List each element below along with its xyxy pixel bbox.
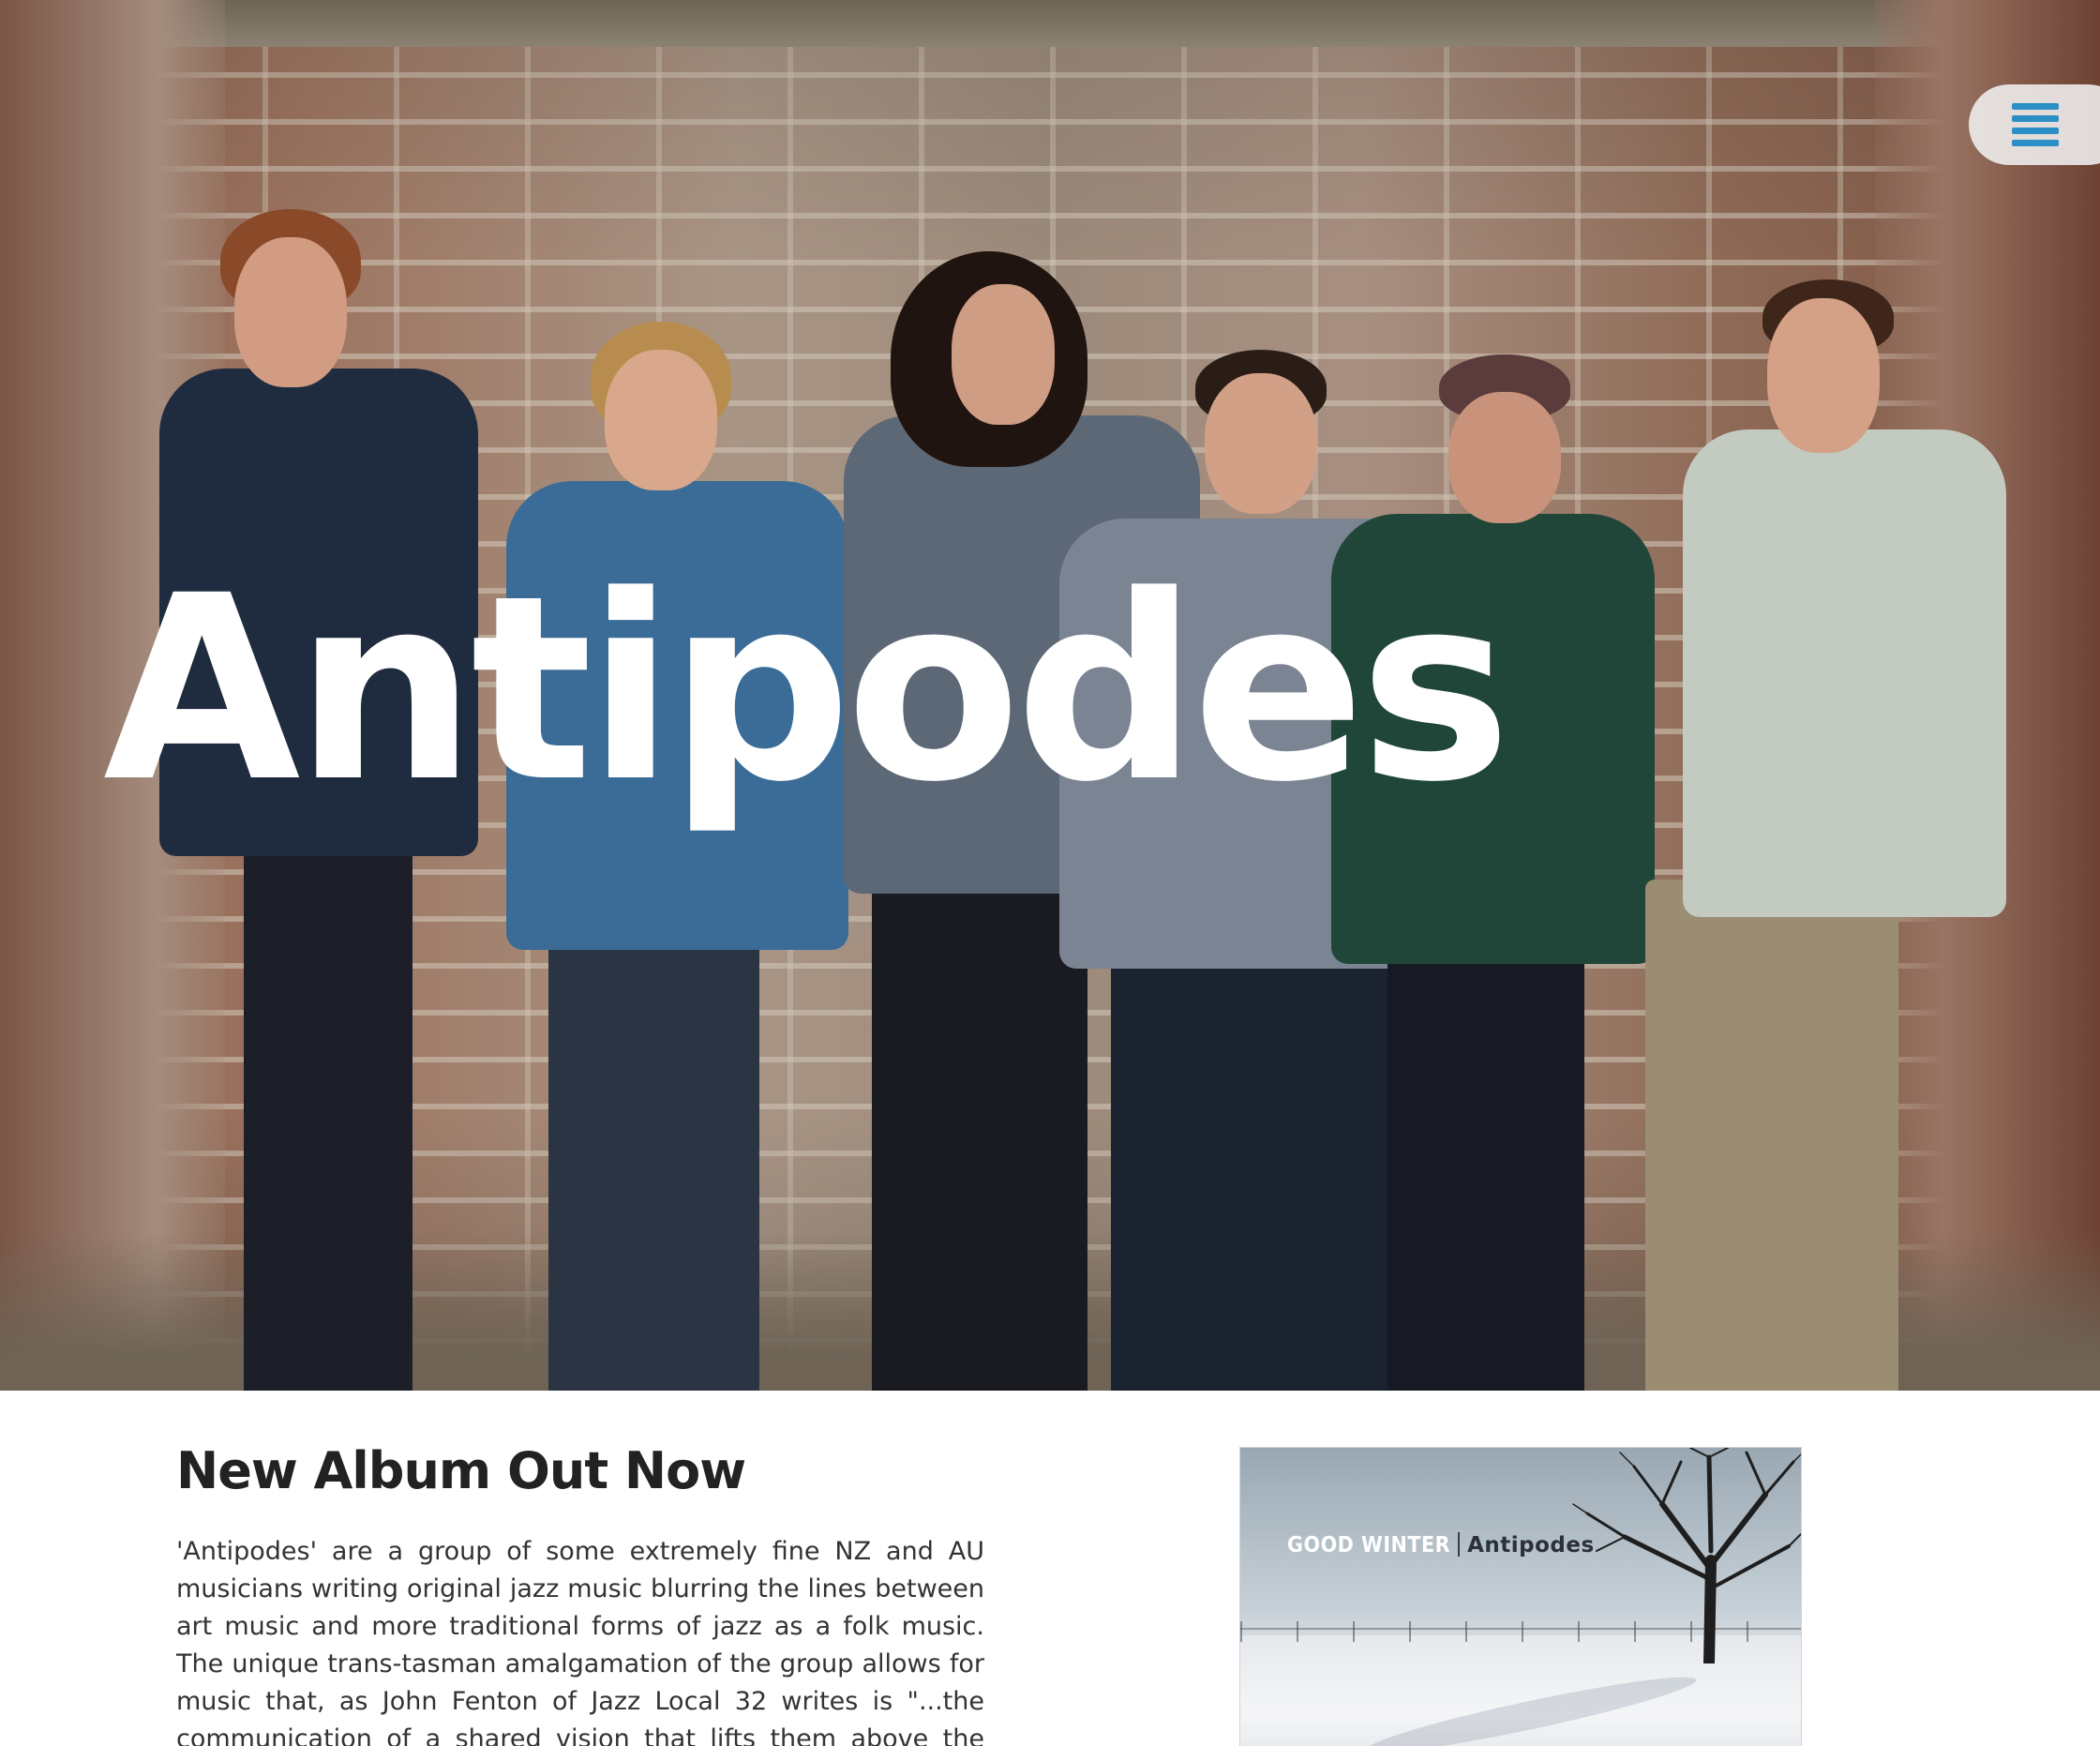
album-cover-tree bbox=[1572, 1448, 1801, 1663]
hero-ceiling bbox=[0, 0, 2100, 47]
section-body-text: 'Antipodes' are a group of some extremel… bbox=[176, 1537, 984, 1746]
album-cover-image[interactable]: GOOD WINTER Antipodes bbox=[1239, 1447, 1802, 1746]
hero-title: Antipodes bbox=[103, 542, 1511, 838]
band-member-2 bbox=[506, 322, 853, 1391]
band-member-6 bbox=[1641, 279, 2016, 1391]
album-section: New Album Out Now 'Antipodes' are a grou… bbox=[0, 1391, 2100, 1746]
album-cover-text: GOOD WINTER Antipodes bbox=[1287, 1532, 1595, 1558]
band-member-5 bbox=[1331, 354, 1659, 1391]
album-cover-artist: GOOD WINTER bbox=[1287, 1533, 1451, 1558]
album-cover-separator bbox=[1458, 1532, 1461, 1557]
menu-button[interactable] bbox=[1969, 84, 2100, 165]
album-cover-title: Antipodes bbox=[1467, 1533, 1595, 1558]
hamburger-menu-icon bbox=[2012, 103, 2059, 146]
section-heading: New Album Out Now bbox=[176, 1441, 746, 1500]
hero-banner: Antipodes bbox=[0, 0, 2100, 1391]
